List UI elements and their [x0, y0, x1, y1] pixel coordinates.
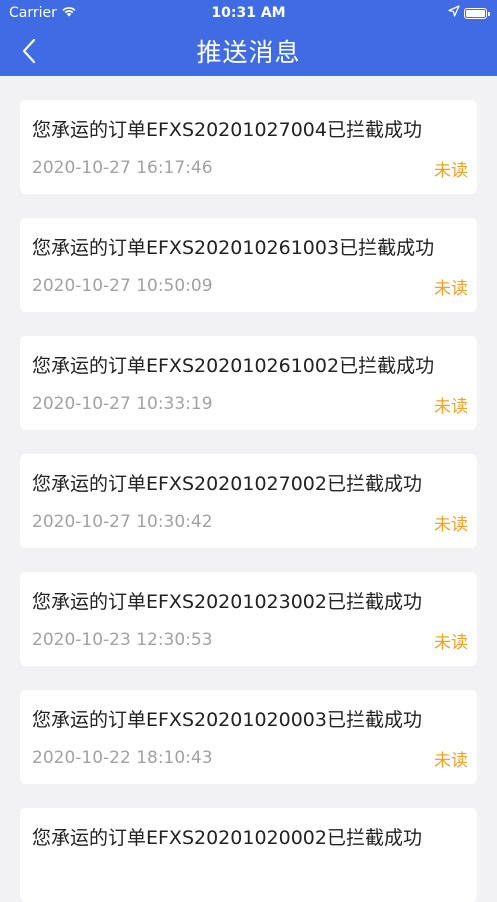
unread-badge: 未读 — [434, 514, 468, 535]
nav-bar: 推送消息 — [0, 26, 497, 76]
unread-badge: 未读 — [434, 278, 468, 299]
message-text: 您承运的订单EFXS202010261003已拦截成功 — [32, 237, 435, 259]
message-meta: 2020-10-27 10:30:42 未读 — [32, 500, 468, 548]
wifi-icon — [61, 5, 77, 21]
status-left: Carrier — [9, 5, 77, 21]
chevron-left-icon — [22, 38, 36, 64]
message-meta: 2020-10-27 10:50:09 未读 — [32, 264, 468, 312]
message-meta — [32, 854, 465, 902]
unread-badge: 未读 — [434, 160, 468, 181]
message-card[interactable]: 您承运的订单EFXS20201020002已拦截成功 — [20, 808, 477, 902]
message-card[interactable]: 您承运的订单EFXS20201027004已拦截成功 2020-10-27 16… — [20, 100, 477, 194]
message-time: 2020-10-27 16:17:46 — [32, 158, 213, 178]
message-time: 2020-10-27 10:33:19 — [32, 394, 213, 414]
unread-badge: 未读 — [434, 632, 468, 653]
battery-icon — [464, 7, 490, 19]
message-time: 2020-10-22 18:10:43 — [32, 748, 213, 768]
message-text: 您承运的订单EFXS20201020003已拦截成功 — [32, 709, 422, 731]
message-time: 2020-10-23 12:30:53 — [32, 630, 213, 650]
message-card[interactable]: 您承运的订单EFXS20201023002已拦截成功 2020-10-23 12… — [20, 572, 477, 666]
battery-level — [466, 9, 485, 17]
message-card[interactable]: 您承运的订单EFXS202010261003已拦截成功 2020-10-27 1… — [20, 218, 477, 312]
message-list: 您承运的订单EFXS20201027004已拦截成功 2020-10-27 16… — [0, 76, 497, 902]
status-bar: Carrier 10:31 AM — [0, 0, 497, 26]
message-card[interactable]: 您承运的订单EFXS202010261002已拦截成功 2020-10-27 1… — [20, 336, 477, 430]
message-card[interactable]: 您承运的订单EFXS20201027002已拦截成功 2020-10-27 10… — [20, 454, 477, 548]
message-text: 您承运的订单EFXS20201027004已拦截成功 — [32, 119, 422, 141]
message-text: 您承运的订单EFXS202010261002已拦截成功 — [32, 355, 435, 377]
app-header: Carrier 10:31 AM 推送消息 — [0, 0, 497, 76]
message-time: 2020-10-27 10:30:42 — [32, 512, 213, 532]
message-meta: 2020-10-23 12:30:53 未读 — [32, 618, 468, 666]
message-text: 您承运的订单EFXS20201020002已拦截成功 — [32, 827, 422, 849]
location-icon — [448, 5, 460, 21]
unread-badge: 未读 — [434, 396, 468, 417]
page-title: 推送消息 — [196, 38, 301, 67]
message-meta: 2020-10-27 16:17:46 未读 — [32, 146, 468, 194]
carrier-label: Carrier — [9, 5, 57, 21]
message-time: 2020-10-27 10:50:09 — [32, 276, 213, 296]
message-text: 您承运的订单EFXS20201023002已拦截成功 — [32, 591, 422, 613]
message-meta: 2020-10-27 10:33:19 未读 — [32, 382, 468, 430]
message-text: 您承运的订单EFXS20201027002已拦截成功 — [32, 473, 422, 495]
message-meta: 2020-10-22 18:10:43 未读 — [32, 736, 468, 784]
message-card[interactable]: 您承运的订单EFXS20201020003已拦截成功 2020-10-22 18… — [20, 690, 477, 784]
back-button[interactable] — [14, 36, 44, 66]
unread-badge: 未读 — [434, 750, 468, 771]
status-right — [448, 5, 490, 21]
